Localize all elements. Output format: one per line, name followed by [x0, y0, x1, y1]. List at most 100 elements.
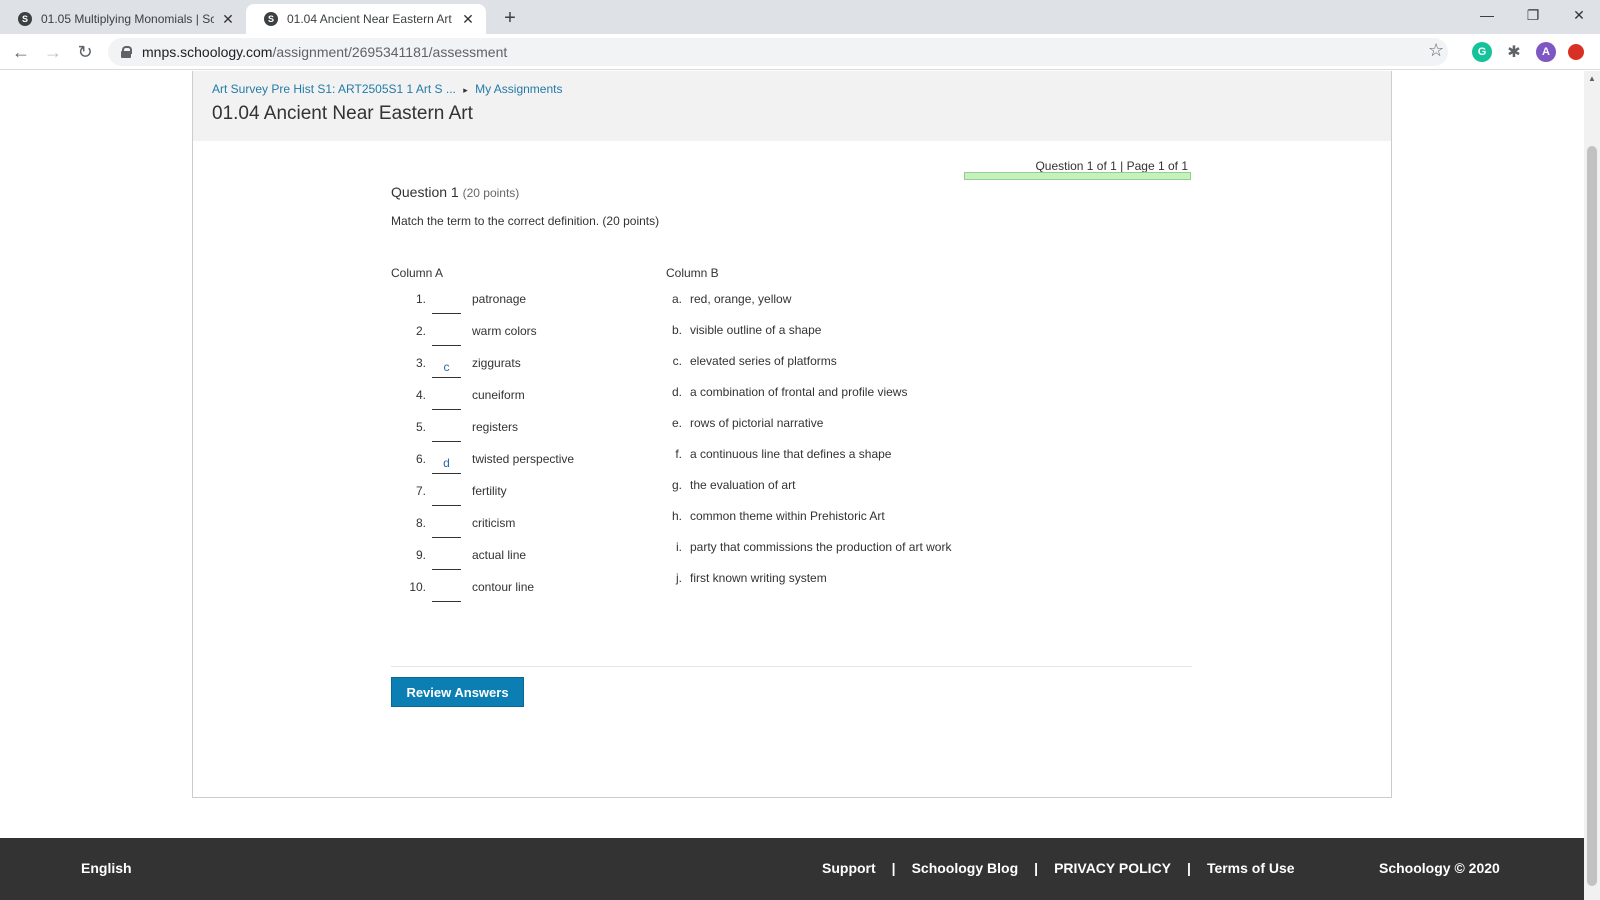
lock-icon — [120, 46, 132, 58]
match-row: 9. actual line — [391, 546, 526, 570]
answer-input[interactable] — [432, 578, 461, 602]
question-prompt: Match the term to the correct definition… — [391, 214, 660, 228]
definition-text: first known writing system — [690, 571, 827, 585]
column-a-header: Column A — [391, 266, 444, 280]
footer-separator: | — [891, 860, 896, 876]
term-label: actual line — [472, 548, 527, 562]
review-answers-button[interactable]: Review Answers — [391, 677, 524, 707]
answer-input[interactable] — [432, 322, 461, 346]
item-number: 3. — [415, 356, 426, 370]
extension-red-icon[interactable] — [1568, 44, 1584, 60]
language-selector[interactable]: English — [81, 860, 132, 876]
answer-input[interactable]: c — [432, 354, 461, 378]
definition-letter: e. — [671, 416, 682, 430]
definition-text: red, orange, yellow — [690, 292, 792, 306]
definition-text: elevated series of platforms — [690, 354, 837, 368]
definition-item: h. common theme within Prehistoric Art — [666, 509, 885, 523]
item-number: 5. — [415, 420, 426, 434]
browser-tab-strip: S 01.05 Multiplying Monomials | Sc ✕ S 0… — [0, 0, 1600, 34]
assessment-card: Art Survey Pre Hist S1: ART2505S1 1 Art … — [192, 71, 1392, 798]
answer-input[interactable] — [432, 514, 461, 538]
footer-separator: | — [1187, 860, 1191, 876]
definition-letter: f. — [675, 447, 682, 461]
close-tab-icon[interactable]: ✕ — [220, 11, 236, 27]
match-row: 2. warm colors — [391, 322, 537, 346]
match-row: 7. fertility — [391, 482, 507, 506]
definition-text: rows of pictorial narrative — [690, 416, 824, 430]
answer-input[interactable] — [432, 482, 461, 506]
match-row: 8. criticism — [391, 514, 515, 538]
answer-input[interactable] — [432, 290, 461, 314]
breadcrumb-my-assignments-link[interactable]: My Assignments — [475, 82, 562, 96]
progress-label: Question 1 of 1 | Page 1 of 1 — [1035, 159, 1188, 173]
footer-link-privacy[interactable]: PRIVACY POLICY — [1054, 860, 1171, 876]
term-label: criticism — [472, 516, 516, 530]
schoology-favicon-icon: S — [18, 12, 32, 26]
address-bar[interactable]: mnps.schoology.com/assignment/2695341181… — [108, 38, 1448, 66]
new-tab-icon[interactable]: + — [498, 6, 522, 30]
column-b-header: Column B — [666, 266, 719, 280]
breadcrumb-course-link[interactable]: Art Survey Pre Hist S1: ART2505S1 1 Art … — [212, 82, 456, 96]
item-number: 6. — [415, 452, 426, 466]
definition-letter: d. — [671, 385, 682, 399]
site-footer: English Support | Schoology Blog | PRIVA… — [0, 838, 1584, 900]
term-label: patronage — [472, 292, 527, 306]
answer-input[interactable] — [432, 418, 461, 442]
answer-input[interactable] — [432, 386, 461, 410]
scrollbar-thumb[interactable] — [1587, 146, 1597, 886]
answer-input[interactable]: d — [432, 450, 461, 474]
definition-letter: j. — [676, 571, 682, 585]
tab-title: 01.04 Ancient Near Eastern Art | S — [287, 12, 454, 26]
footer-copyright: Schoology © 2020 — [1379, 860, 1500, 876]
match-row: 6. d twisted perspective — [391, 450, 574, 474]
tab-multiplying-monomials[interactable]: S 01.05 Multiplying Monomials | Sc ✕ — [0, 4, 246, 34]
url-text: mnps.schoology.com/assignment/2695341181… — [142, 44, 508, 60]
scroll-up-arrow-icon[interactable]: ▲ — [1586, 74, 1598, 84]
grammarly-icon[interactable]: G — [1472, 42, 1492, 62]
definition-letter: i. — [676, 540, 682, 554]
definition-text: party that commissions the production of… — [690, 540, 952, 554]
match-row: 5. registers — [391, 418, 518, 442]
definition-text: a continuous line that defines a shape — [690, 447, 892, 461]
tab-ancient-near-eastern-art[interactable]: S 01.04 Ancient Near Eastern Art | S ✕ — [246, 4, 486, 34]
match-row: 4. cuneiform — [391, 386, 525, 410]
definition-item: e. rows of pictorial narrative — [666, 416, 823, 430]
definition-letter: c. — [672, 354, 682, 368]
item-number: 2. — [415, 324, 426, 338]
question-points: (20 points) — [462, 186, 520, 200]
footer-link-support[interactable]: Support — [822, 860, 876, 876]
bookmark-star-icon[interactable]: ☆ — [1428, 40, 1444, 61]
definition-item: b. visible outline of a shape — [666, 323, 821, 337]
match-row: 10. contour line — [391, 578, 534, 602]
close-tab-icon[interactable]: ✕ — [460, 11, 476, 27]
breadcrumb: Art Survey Pre Hist S1: ART2505S1 1 Art … — [212, 82, 562, 96]
definition-item: i. party that commissions the production… — [666, 540, 951, 554]
definition-text: common theme within Prehistoric Art — [690, 509, 885, 523]
schoology-favicon-icon: S — [264, 12, 278, 26]
footer-link-blog[interactable]: Schoology Blog — [912, 860, 1019, 876]
footer-link-terms[interactable]: Terms of Use — [1207, 860, 1295, 876]
match-row: 3. c ziggurats — [391, 354, 521, 378]
term-label: ziggurats — [472, 356, 521, 370]
definition-letter: b. — [671, 323, 682, 337]
tab-title: 01.05 Multiplying Monomials | Sc — [41, 12, 214, 26]
question-title: Question 1 (20 points) — [391, 184, 520, 200]
reload-icon[interactable]: ↻ — [73, 40, 97, 64]
browser-toolbar: ← → ↻ mnps.schoology.com/assignment/2695… — [0, 34, 1600, 70]
item-number: 8. — [415, 516, 426, 530]
definition-text: a combination of frontal and profile vie… — [690, 385, 908, 399]
definition-item: c. elevated series of platforms — [666, 354, 837, 368]
minimize-icon[interactable]: — — [1464, 0, 1510, 30]
definition-letter: g. — [671, 478, 682, 492]
profile-avatar[interactable]: A — [1536, 42, 1556, 62]
answer-input[interactable] — [432, 546, 461, 570]
footer-links: Support | Schoology Blog | PRIVACY POLIC… — [822, 860, 1295, 876]
restore-icon[interactable]: ❐ — [1510, 0, 1556, 30]
term-label: warm colors — [472, 324, 537, 338]
term-label: registers — [472, 420, 519, 434]
back-arrow-icon[interactable]: ← — [9, 40, 33, 64]
match-row: 1. patronage — [391, 290, 526, 314]
forward-arrow-icon[interactable]: → — [41, 40, 65, 64]
close-window-icon[interactable]: ✕ — [1556, 0, 1600, 30]
puzzle-icon[interactable]: ✱ — [1504, 42, 1524, 62]
